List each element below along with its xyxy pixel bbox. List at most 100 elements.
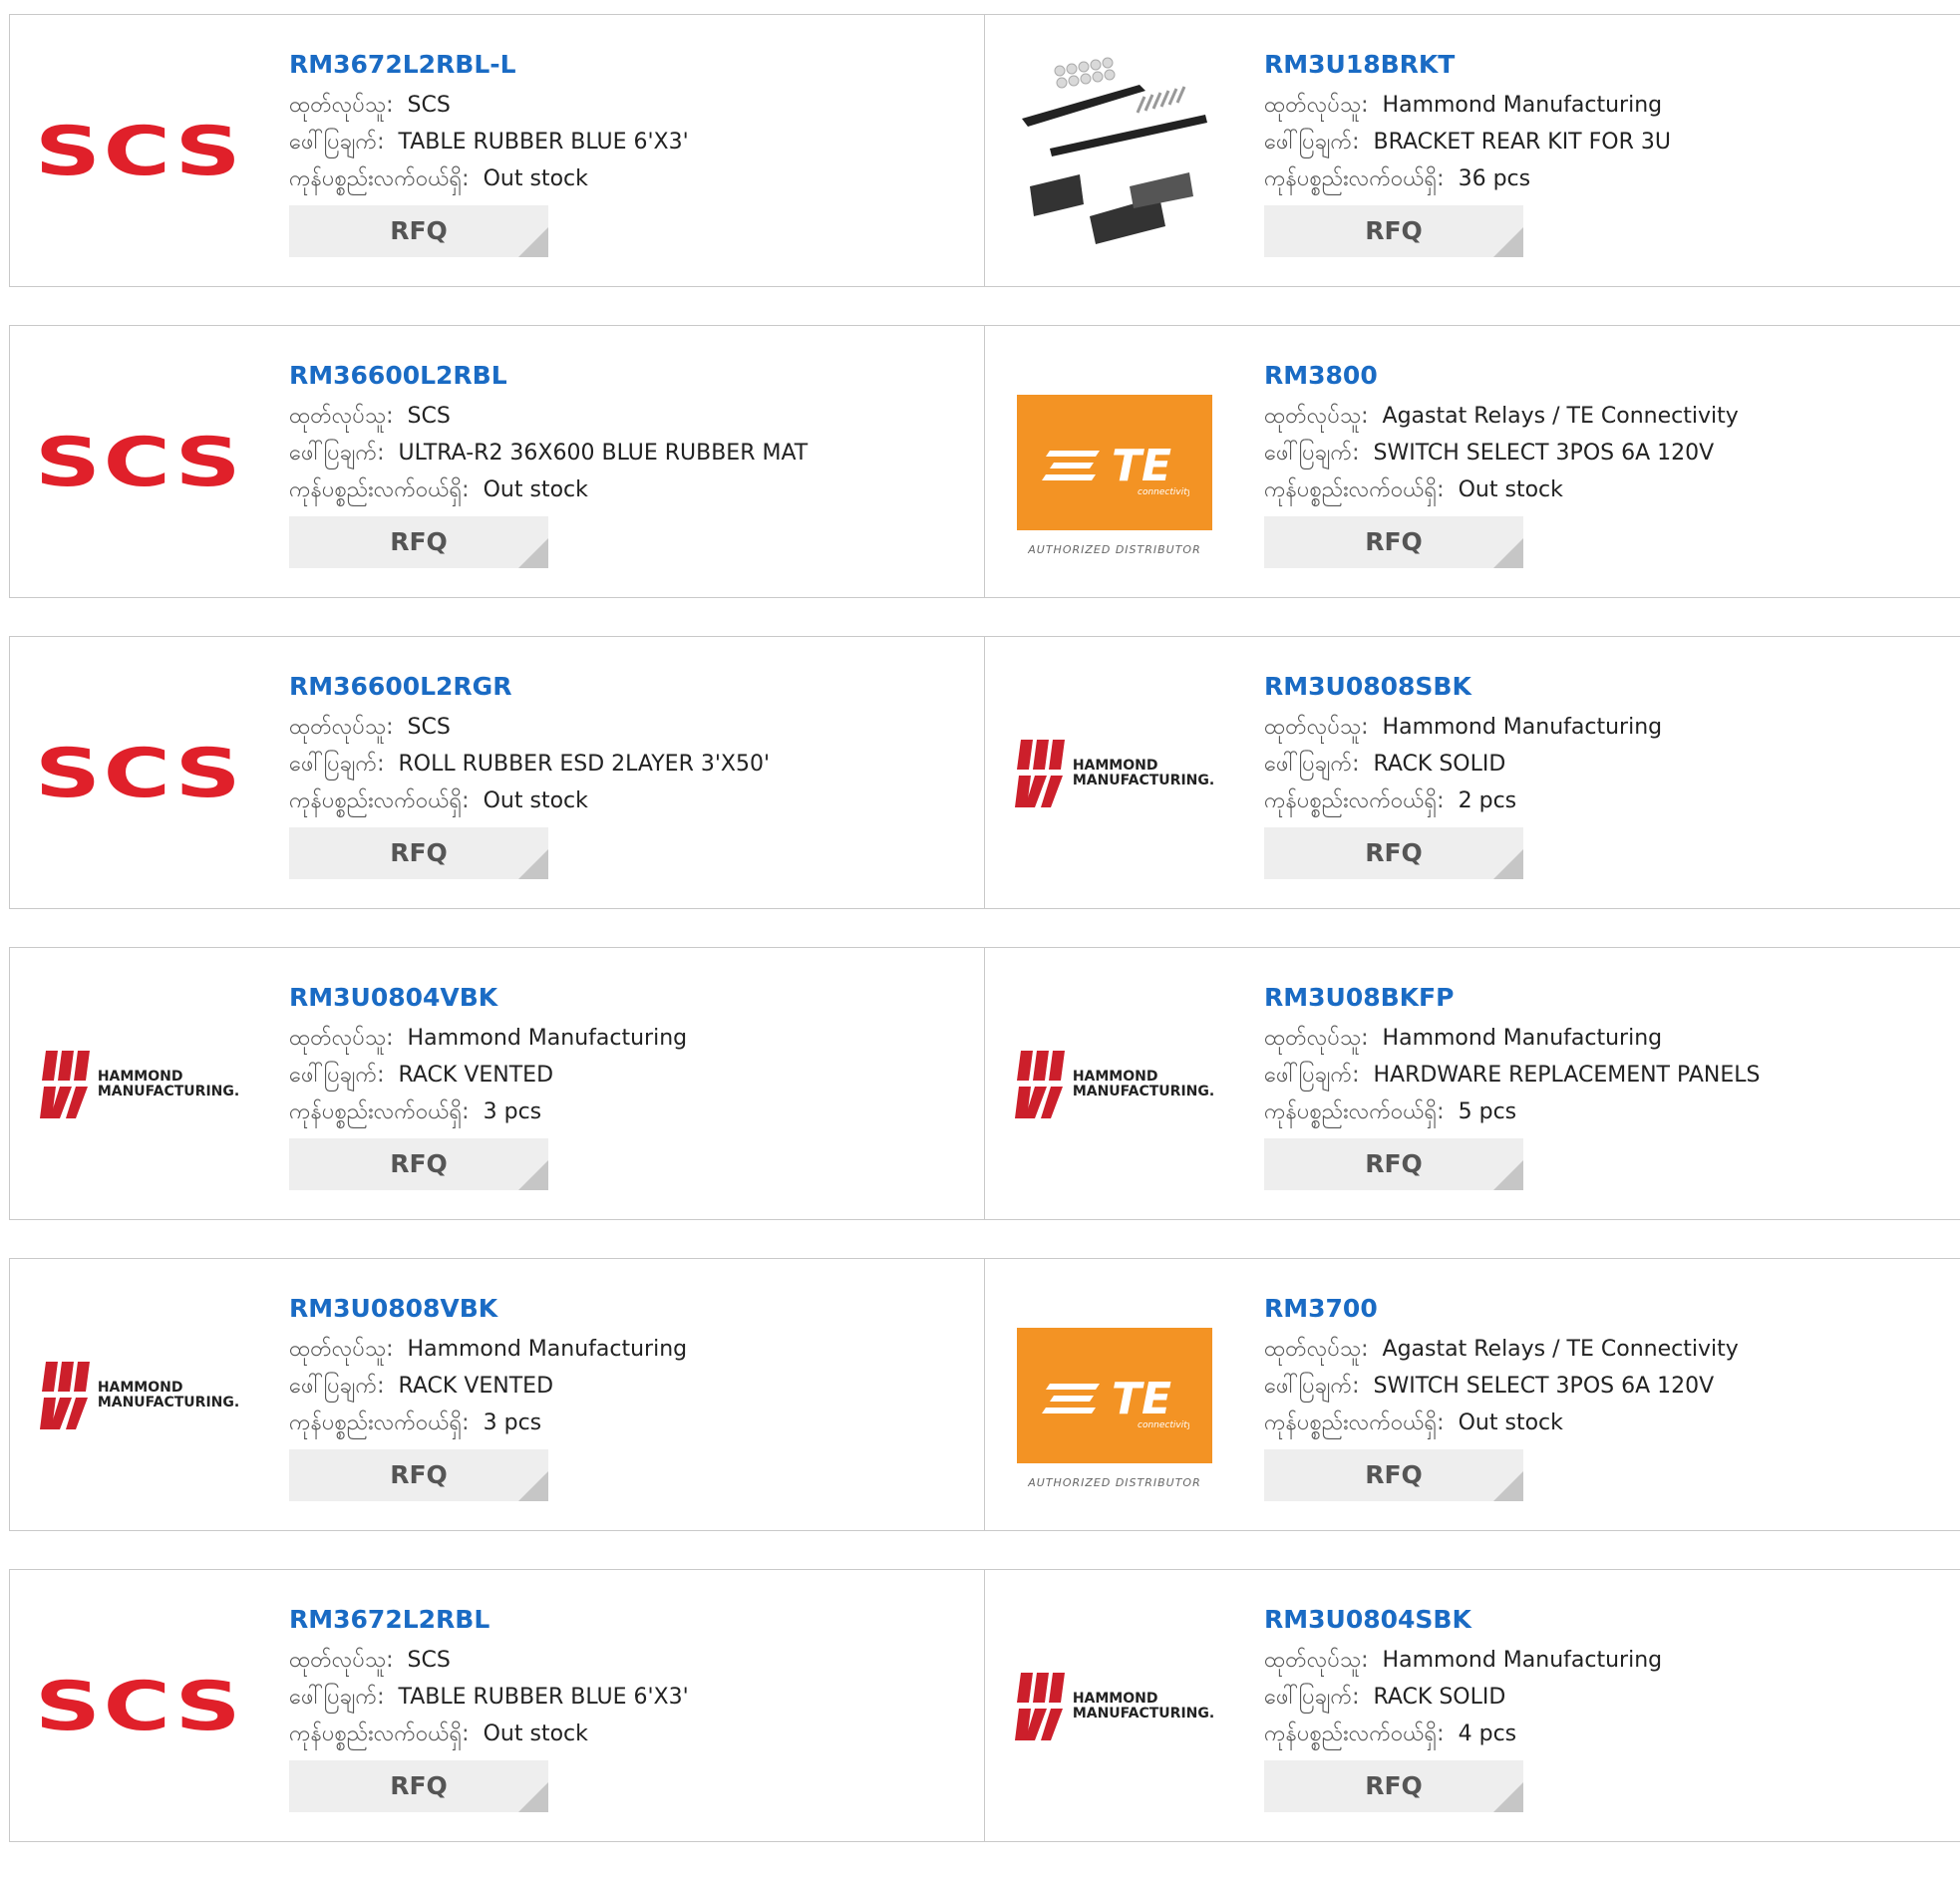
rfq-label: RFQ bbox=[1365, 1460, 1423, 1489]
description-row: ဖေါ်ပြချက်: TABLE RUBBER BLUE 6'X3' bbox=[289, 1679, 689, 1716]
hammond-wordmark: HAMMOND MANUFACTURING. bbox=[1072, 1691, 1215, 1722]
stock-row: ကုန်ပစ္စည်းလက်ဝယ်ရှိ: 5 pcs bbox=[1264, 1094, 1760, 1130]
description-row: ဖေါ်ပြချက်: RACK VENTED bbox=[289, 1368, 687, 1405]
rfq-button[interactable]: RFQ bbox=[289, 205, 548, 257]
product-info: RM3U18BRKT ထုတ်လုပ်သူ: Hammond Manufactur… bbox=[1264, 45, 1671, 257]
manufacturer-logo: HAMMOND MANUFACTURING. bbox=[39, 995, 240, 1174]
part-number-link[interactable]: RM3U0808VBK bbox=[289, 1289, 687, 1329]
stock-value: Out stock bbox=[483, 1722, 588, 1746]
scs-logo: SCS bbox=[35, 734, 244, 813]
rfq-button[interactable]: RFQ bbox=[1264, 1760, 1523, 1812]
manufacturer-logo: SCS bbox=[35, 62, 241, 241]
stock-row: ကုန်ပစ္စည်းလက်ဝယ်ရှိ: Out stock bbox=[1264, 1405, 1739, 1441]
rfq-button[interactable]: RFQ bbox=[289, 827, 548, 879]
manufacturer-logo: HAMMOND MANUFACTURING. bbox=[39, 1306, 240, 1485]
manufacturer-label: ထုတ်လုပ်သူ: bbox=[1264, 1337, 1369, 1362]
product-card: SCS RM36600L2RBL ထုတ်လုပ်သူ: SCS ဖေါ်ပြချ… bbox=[9, 325, 985, 598]
product-card: HAMMOND MANUFACTURING. RM3U0808SBK ထုတ်လ… bbox=[985, 636, 1960, 909]
svg-text:connectivity: connectivity bbox=[1138, 1420, 1189, 1430]
rfq-label: RFQ bbox=[1365, 838, 1423, 867]
authorized-distributor-text: AUTHORIZED DISTRIBUTOR bbox=[1028, 1476, 1201, 1489]
part-number-link[interactable]: RM3672L2RBL bbox=[289, 1600, 689, 1640]
manufacturer-value: Hammond Manufacturing bbox=[1382, 1026, 1663, 1051]
stock-row: ကုန်ပစ္စည်းလက်ဝယ်ရှိ: 2 pcs bbox=[1264, 783, 1662, 819]
part-number-link[interactable]: RM36600L2RBL bbox=[289, 356, 808, 396]
stock-label: ကုန်ပစ္စည်းလက်ဝယ်ရှိ: bbox=[289, 1722, 470, 1746]
manufacturer-value: SCS bbox=[407, 715, 451, 740]
svg-text:TE: TE bbox=[1112, 1374, 1171, 1424]
hammond-wordmark: HAMMOND MANUFACTURING. bbox=[97, 1069, 240, 1099]
part-number-link[interactable]: RM3U18BRKT bbox=[1264, 45, 1671, 85]
description-value: SWITCH SELECT 3POS 6A 120V bbox=[1373, 1374, 1715, 1399]
part-number-link[interactable]: RM36600L2RGR bbox=[289, 667, 770, 707]
manufacturer-label: ထုတ်လုပ်သူ: bbox=[289, 1026, 394, 1051]
corner-triangle-icon bbox=[1493, 1782, 1523, 1812]
stock-label: ကုန်ပစ္စည်းလက်ဝယ်ရှိ: bbox=[289, 1099, 470, 1124]
stock-row: ကုန်ပစ္စည်းလက်ဝယ်ရှိ: 3 pcs bbox=[289, 1405, 687, 1441]
product-info: RM3U0808SBK ထုတ်လုပ်သူ: Hammond Manufactu… bbox=[1264, 667, 1662, 879]
rfq-button[interactable]: RFQ bbox=[1264, 1449, 1523, 1501]
rfq-button[interactable]: RFQ bbox=[1264, 205, 1523, 257]
rfq-button[interactable]: RFQ bbox=[289, 1449, 548, 1501]
rfq-label: RFQ bbox=[390, 1149, 448, 1178]
part-number-link[interactable]: RM3U08BKFP bbox=[1264, 978, 1760, 1018]
manufacturer-logo: SCS bbox=[35, 373, 241, 552]
manufacturer-row: ထုတ်လုပ်သူ: Agastat Relays / TE Connectiv… bbox=[1264, 398, 1739, 435]
rfq-button[interactable]: RFQ bbox=[289, 1760, 548, 1812]
product-row: SCS RM36600L2RBL ထုတ်လုပ်သူ: SCS ဖေါ်ပြချ… bbox=[9, 325, 1960, 598]
hammond-logo: HAMMOND MANUFACTURING. bbox=[1014, 1669, 1215, 1744]
manufacturer-value: Hammond Manufacturing bbox=[1382, 1648, 1663, 1673]
part-number-link[interactable]: RM3U0804SBK bbox=[1264, 1600, 1662, 1640]
corner-triangle-icon bbox=[518, 1160, 548, 1190]
description-label: ဖေါ်ပြချက်: bbox=[289, 752, 385, 777]
stock-row: ကုန်ပစ္စည်းလက်ဝယ်ရှိ: Out stock bbox=[289, 1716, 689, 1752]
stock-value: 3 pcs bbox=[483, 1410, 542, 1435]
part-number-link[interactable]: RM3U0804VBK bbox=[289, 978, 687, 1018]
manufacturer-value: Agastat Relays / TE Connectivity bbox=[1382, 404, 1739, 429]
hammond-logo: HAMMOND MANUFACTURING. bbox=[1014, 736, 1214, 811]
description-row: ဖေါ်ပြချက်: SWITCH SELECT 3POS 6A 120V bbox=[1264, 1368, 1739, 1405]
rfq-button[interactable]: RFQ bbox=[289, 1138, 548, 1190]
corner-triangle-icon bbox=[518, 227, 548, 257]
stock-value: 4 pcs bbox=[1458, 1722, 1517, 1746]
rfq-button[interactable]: RFQ bbox=[289, 516, 548, 568]
product-info: RM3U08BKFP ထုတ်လုပ်သူ: Hammond Manufactur… bbox=[1264, 978, 1760, 1190]
scs-logo: SCS bbox=[35, 112, 244, 191]
part-number-link[interactable]: RM3800 bbox=[1264, 356, 1739, 396]
description-row: ဖေါ်ပြချက်: ULTRA-R2 36X600 BLUE RUBBER M… bbox=[289, 435, 808, 471]
description-value: RACK VENTED bbox=[398, 1374, 554, 1399]
product-info: RM3U0804VBK ထုတ်လုပ်သူ: Hammond Manufactu… bbox=[289, 978, 687, 1190]
hammond-wordmark: HAMMOND MANUFACTURING. bbox=[97, 1380, 240, 1410]
description-value: HARDWARE REPLACEMENT PANELS bbox=[1373, 1063, 1761, 1088]
hammond-mark-icon bbox=[1014, 740, 1065, 807]
manufacturer-row: ထုတ်လုပ်သူ: Agastat Relays / TE Connectiv… bbox=[1264, 1331, 1739, 1368]
stock-row: ကုန်ပစ္စည်းလက်ဝယ်ရှိ: Out stock bbox=[289, 783, 770, 819]
hammond-logo: HAMMOND MANUFACTURING. bbox=[39, 1047, 240, 1122]
te-connectivity-logo: TE connectivity AUTHORIZED DISTRIBUTOR bbox=[1017, 395, 1212, 556]
rfq-button[interactable]: RFQ bbox=[1264, 1138, 1523, 1190]
description-label: ဖေါ်ပြချက်: bbox=[1264, 130, 1360, 155]
description-label: ဖေါ်ပြချက်: bbox=[289, 1685, 385, 1710]
scs-logo: SCS bbox=[35, 1667, 244, 1746]
product-card: TE connectivity AUTHORIZED DISTRIBUTOR R… bbox=[985, 1258, 1960, 1531]
product-card: TE connectivity AUTHORIZED DISTRIBUTOR R… bbox=[985, 325, 1960, 598]
product-card: RM3U18BRKT ထုတ်လုပ်သူ: Hammond Manufactur… bbox=[985, 14, 1960, 287]
rfq-label: RFQ bbox=[390, 527, 448, 556]
stock-value: Out stock bbox=[483, 166, 588, 191]
rfq-label: RFQ bbox=[390, 1771, 448, 1800]
svg-text:connectivity: connectivity bbox=[1138, 487, 1189, 497]
manufacturer-row: ထုတ်လုပ်သူ: Hammond Manufacturing bbox=[1264, 709, 1662, 746]
rfq-button[interactable]: RFQ bbox=[1264, 827, 1523, 879]
hammond-logo: HAMMOND MANUFACTURING. bbox=[39, 1358, 240, 1433]
part-number-link[interactable]: RM3672L2RBL-L bbox=[289, 45, 689, 85]
description-value: RACK VENTED bbox=[398, 1063, 554, 1088]
stock-value: Out stock bbox=[1458, 1410, 1563, 1435]
description-value: ROLL RUBBER ESD 2LAYER 3'X50' bbox=[398, 752, 771, 777]
rfq-button[interactable]: RFQ bbox=[1264, 516, 1523, 568]
part-number-link[interactable]: RM3700 bbox=[1264, 1289, 1739, 1329]
manufacturer-label: ထုတ်လုပ်သူ: bbox=[289, 93, 394, 118]
part-number-link[interactable]: RM3U0808SBK bbox=[1264, 667, 1662, 707]
rfq-label: RFQ bbox=[390, 1460, 448, 1489]
stock-label: ကုန်ပစ္စည်းလက်ဝယ်ရှိ: bbox=[289, 788, 470, 813]
description-row: ဖေါ်ပြချက်: SWITCH SELECT 3POS 6A 120V bbox=[1264, 435, 1739, 471]
